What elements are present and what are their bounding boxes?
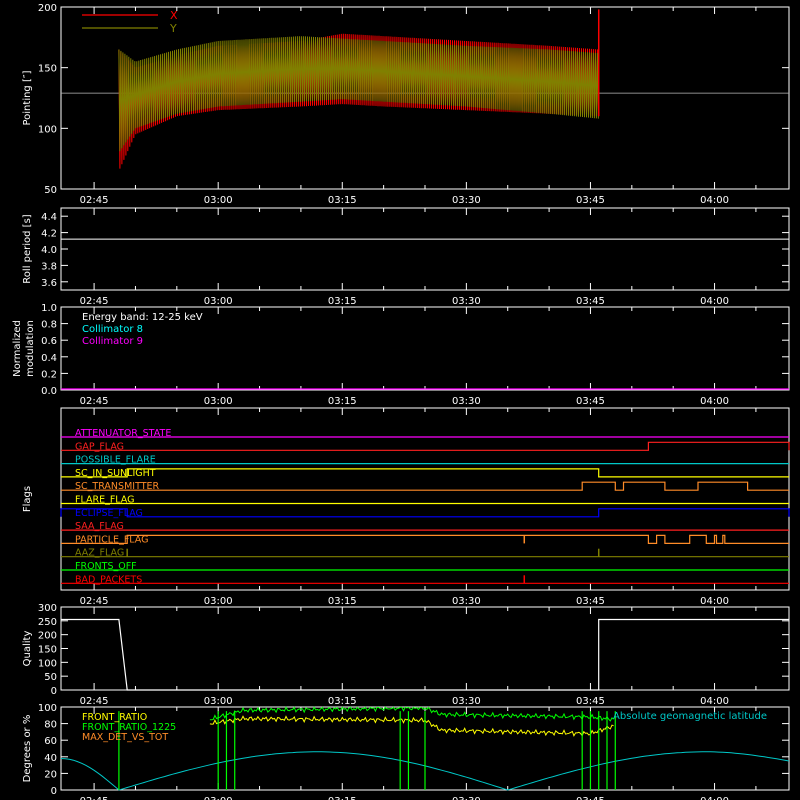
panel-1-ytick-label: 4.0 [41, 245, 57, 256]
panel-2-time-label: 04:00 [700, 396, 729, 407]
panel-0-ytick-label: 150 [38, 64, 57, 75]
panel-2-ytick-label: 0.2 [41, 369, 57, 380]
panel-1-time-label: 03:45 [576, 296, 605, 307]
panel-1-time-label: 03:00 [204, 296, 233, 307]
panel-3-time-label: 03:00 [204, 596, 233, 607]
panel-5-ylabel: Degrees or % [22, 715, 33, 783]
panel-1-time-label: 02:45 [80, 296, 109, 307]
panel-4-time-label: 03:00 [204, 696, 233, 707]
panel-2-time-label: 03:00 [204, 396, 233, 407]
panel-1-ylabel: Roll period [s] [22, 214, 33, 283]
panel-0-ylabel: Pointing [″] [22, 70, 33, 125]
panel-1-ytick-label: 4.2 [41, 229, 57, 240]
panel-3-time-label: 03:45 [576, 596, 605, 607]
panel-5-time-label: 04:00 [700, 796, 729, 800]
panel-3-time-label: 03:15 [328, 596, 357, 607]
panel-4-ytick-label: 300 [38, 603, 57, 614]
panel-3-time-label: 04:00 [700, 596, 729, 607]
panel-2-ytick-label: 0.4 [41, 353, 57, 364]
panel-1-time-label: 04:00 [700, 296, 729, 307]
panel-5-ytick-label: 60 [44, 736, 57, 747]
panel-2-time-label: 02:45 [80, 396, 109, 407]
panel-0-ytick-label: 50 [44, 185, 57, 196]
panel-5-ytick-label: 40 [44, 753, 57, 764]
panel-0-time-label: 02:45 [80, 195, 109, 206]
panel-4-time-label: 03:45 [576, 696, 605, 707]
panel-0-ytick-label: 100 [38, 124, 57, 135]
panel-4-ylabel: Quality [22, 631, 33, 667]
panel-2-ylabel-line1: Normalized [12, 320, 23, 377]
panel-1-time-label: 03:15 [328, 296, 357, 307]
panel-4-ytick-label: 250 [38, 617, 57, 628]
panel-5-time-label: 03:00 [204, 796, 233, 800]
panel-4-ytick-label: 50 [44, 672, 57, 683]
panel-5-ytick-label: 0 [51, 786, 57, 797]
panel-3-time-label: 03:30 [452, 596, 481, 607]
chart-figure: 02:45 03:00 03:15 03:30 03:45 04:00 50 100 150 20… [0, 0, 800, 800]
panel-3-ylabel: Flags [22, 486, 33, 512]
panel-4-ytick-label: 0 [51, 686, 57, 697]
modulation-annotation: Collimator 9 [82, 336, 143, 347]
panel-5-ytick-label: 20 [44, 769, 57, 780]
panel-0-time-label: 03:00 [204, 195, 233, 206]
panel-4-ytick-label: 100 [38, 658, 57, 669]
panel-0-time-label: 03:15 [328, 195, 357, 206]
panel-4-time-label: 03:30 [452, 696, 481, 707]
panel-4-time-label: 02:45 [80, 696, 109, 707]
panel-4-ytick-label: 200 [38, 631, 57, 642]
panel-1-ytick-label: 3.8 [41, 261, 57, 272]
panel-2-ylabel-line2: modulation [25, 320, 36, 377]
panel-4-ytick-label: 150 [38, 645, 57, 656]
panel-2-time-label: 03:45 [576, 396, 605, 407]
panel-2-ytick-label: 0.8 [41, 320, 57, 331]
panel-5-time-label: 03:45 [576, 796, 605, 800]
legend-label-x: X [170, 9, 178, 22]
panel-1-ytick-label: 3.6 [41, 278, 57, 289]
panel-0-time-label: 03:45 [576, 195, 605, 206]
panel-4-time-label: 04:00 [700, 696, 729, 707]
ratio-legend-label: MAX_DET_VS_TOT [82, 732, 168, 743]
panel-1-ytick-label: 4.4 [41, 212, 57, 223]
panel-5-ytick-label: 80 [44, 720, 57, 731]
panel-0-time-label: 03:30 [452, 195, 481, 206]
panel-1-time-label: 03:30 [452, 296, 481, 307]
legend-label-y: Y [169, 22, 177, 35]
panel-0-time-label: 04:00 [700, 195, 729, 206]
panel-3-time-label: 02:45 [80, 596, 109, 607]
latitude-legend-label: Absolute geomagnetic latitude [613, 711, 767, 722]
modulation-annotation: Collimator 8 [82, 324, 143, 335]
modulation-annotation: Energy band: 12-25 keV [82, 312, 203, 323]
panel-5-time-label: 03:15 [328, 796, 357, 800]
panel-2-time-label: 03:15 [328, 396, 357, 407]
panel-5-time-label: 02:45 [80, 796, 109, 800]
panel-2-ytick-label: 1.0 [41, 303, 57, 314]
panel-2-ytick-label: 0.0 [41, 386, 57, 397]
panel-2-time-label: 03:30 [452, 396, 481, 407]
panel-5-ytick-label: 100 [38, 703, 57, 714]
panel-4-time-label: 03:15 [328, 696, 357, 707]
panel-0-ytick-label: 200 [38, 3, 57, 14]
panel-2-ytick-label: 0.6 [41, 336, 57, 347]
panel-5-time-label: 03:30 [452, 796, 481, 800]
